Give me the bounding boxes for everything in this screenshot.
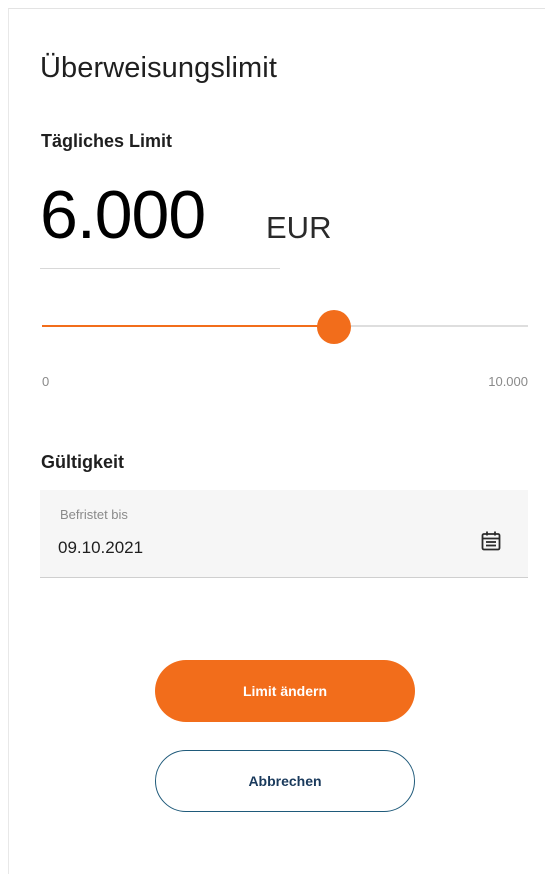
expiry-date-field[interactable]: Befristet bis 09.10.2021 — [40, 490, 528, 578]
cancel-button[interactable]: Abbrechen — [155, 750, 415, 812]
slider-max-label: 10.000 — [488, 374, 528, 389]
currency-label: EUR — [266, 210, 332, 245]
expiry-date-value: 09.10.2021 — [58, 538, 144, 557]
page-title: Überweisungslimit — [40, 52, 277, 84]
change-limit-button[interactable]: Limit ändern — [155, 660, 415, 722]
expiry-date-label: Befristet bis — [60, 507, 128, 522]
slider-min-label: 0 — [42, 374, 50, 389]
calendar-icon[interactable] — [480, 530, 502, 552]
limit-slider[interactable] — [42, 310, 528, 344]
amount-value: 6.000 — [40, 177, 206, 253]
slider-thumb[interactable] — [317, 310, 351, 344]
amount-input[interactable]: 6.000 — [40, 172, 280, 269]
daily-limit-label: Tägliches Limit — [41, 131, 173, 151]
slider-fill — [42, 325, 334, 327]
validity-label: Gültigkeit — [41, 452, 125, 472]
